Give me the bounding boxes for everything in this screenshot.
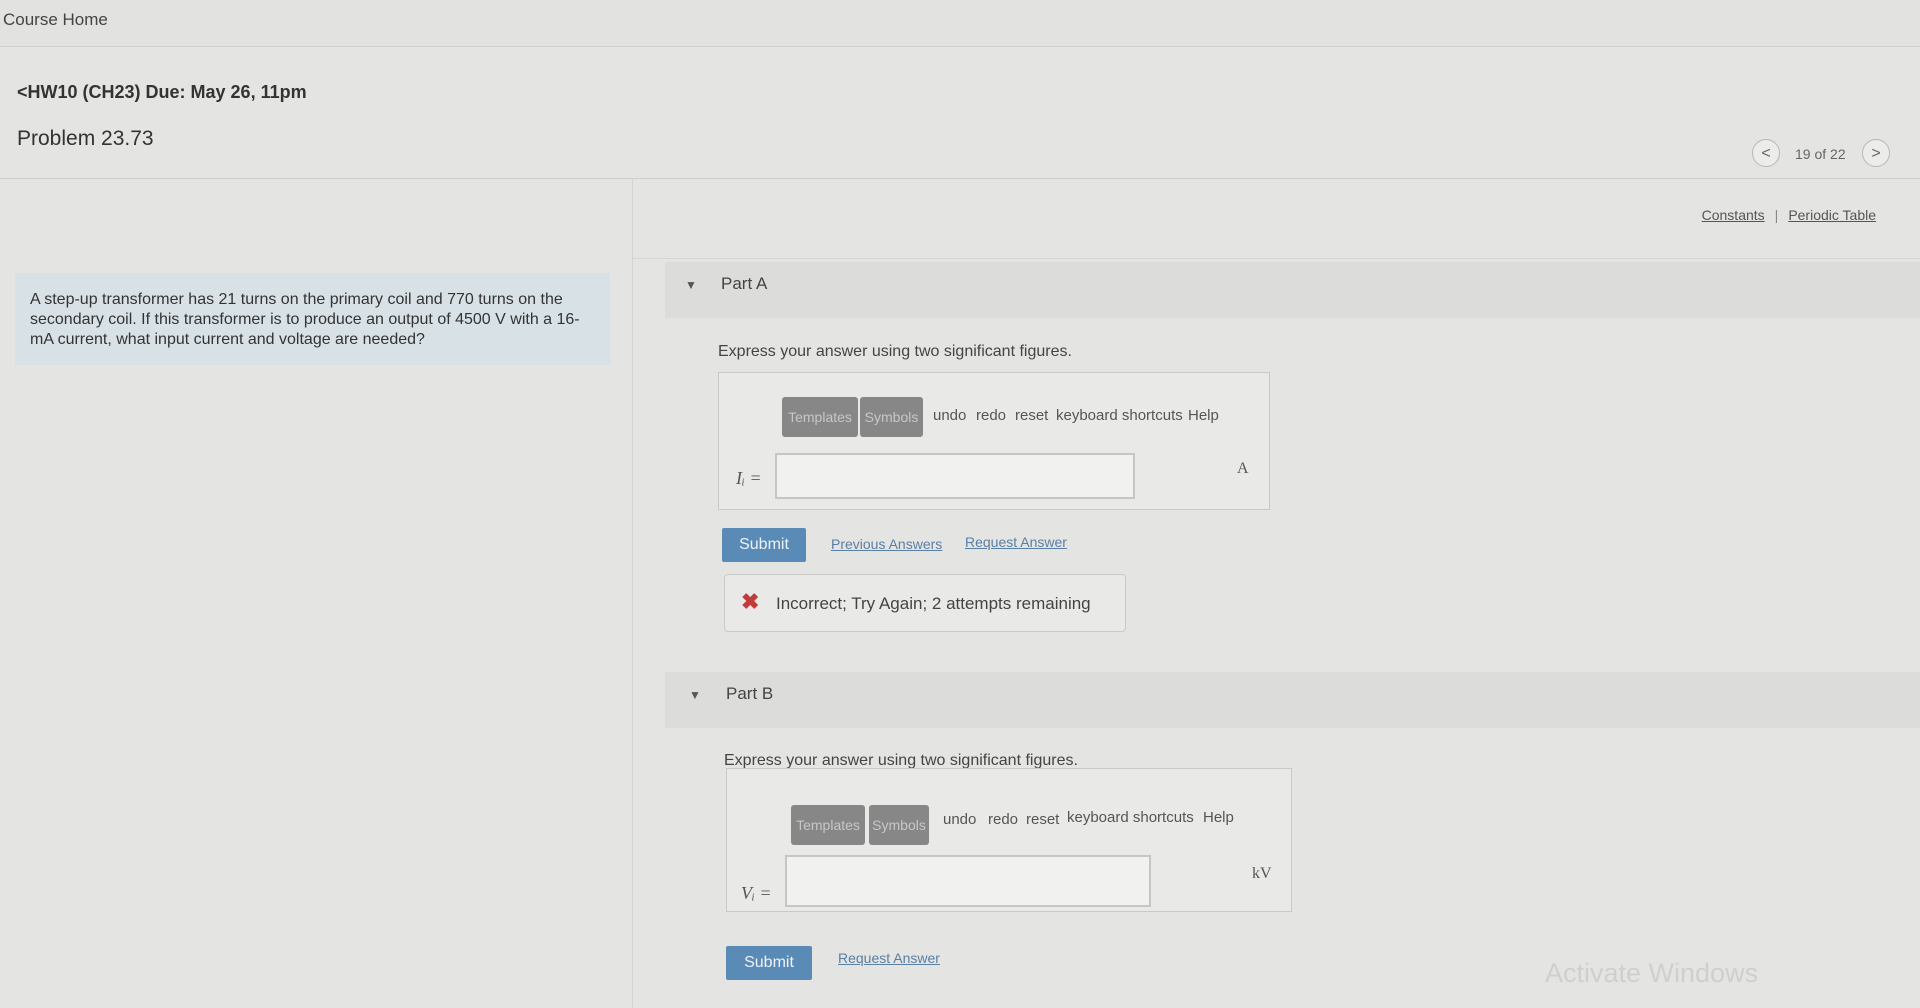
part-b-header[interactable]: ▼ Part B <box>665 672 1920 728</box>
input-voltage-label: Vᵢ = <box>741 883 772 903</box>
problem-counter: 19 of 22 <box>1795 146 1846 162</box>
symbols-button[interactable]: Symbols <box>860 397 923 437</box>
feedback-text: Incorrect; Try Again; 2 attempts remaini… <box>776 594 1091 613</box>
input-current-label: Iᵢ = <box>736 468 762 488</box>
unit-label: kV <box>1252 865 1272 882</box>
previous-problem-button[interactable]: < <box>1752 139 1780 167</box>
keyboard-shortcuts-button[interactable]: keyboard shortcuts <box>1067 809 1194 826</box>
collapse-triangle-icon: ▼ <box>685 278 697 292</box>
templates-button[interactable]: Templates <box>782 397 858 437</box>
assignment-back-link[interactable]: <HW10 (CH23) Due: May 26, 11pm <box>17 82 307 103</box>
part-b-answer-editor: Templates Symbols undo redo reset keyboa… <box>726 768 1292 912</box>
part-a-answer-editor: Templates Symbols undo redo reset keyboa… <box>718 372 1270 510</box>
redo-button[interactable]: redo <box>988 811 1018 828</box>
part-b-request-answer-link[interactable]: Request Answer <box>838 950 940 966</box>
input-voltage-field[interactable] <box>785 855 1151 907</box>
part-a-submit-button[interactable]: Submit <box>722 528 806 562</box>
constants-link[interactable]: Constants <box>1702 207 1765 223</box>
keyboard-shortcuts-button[interactable]: keyboard shortcuts <box>1056 407 1183 424</box>
activate-windows-watermark: Activate Windows <box>1545 958 1759 988</box>
periodic-table-link[interactable]: Periodic Table <box>1788 207 1876 223</box>
previous-answers-link[interactable]: Previous Answers <box>831 536 942 552</box>
part-a-header[interactable]: ▼ Part A <box>665 262 1920 318</box>
symbols-button[interactable]: Symbols <box>869 805 929 845</box>
templates-button[interactable]: Templates <box>791 805 865 845</box>
resource-links: Constants | Periodic Table <box>1702 207 1876 223</box>
help-button[interactable]: Help <box>1188 407 1219 424</box>
part-a-label: Part A <box>721 274 768 293</box>
part-b-label: Part B <box>726 684 774 703</box>
collapse-triangle-icon: ▼ <box>689 688 701 702</box>
reset-button[interactable]: reset <box>1026 811 1059 828</box>
redo-button[interactable]: redo <box>976 407 1006 424</box>
undo-button[interactable]: undo <box>943 811 976 828</box>
links-divider <box>633 258 1920 259</box>
undo-button[interactable]: undo <box>933 407 966 424</box>
part-b-submit-button[interactable]: Submit <box>726 946 812 980</box>
incorrect-x-icon: ✖ <box>741 589 760 614</box>
problem-title: Problem 23.73 <box>17 127 154 150</box>
reset-button[interactable]: reset <box>1015 407 1048 424</box>
unit-label: A <box>1237 460 1249 477</box>
part-a-request-answer-link[interactable]: Request Answer <box>965 534 1067 550</box>
top-bar: Course Home <box>0 0 1920 47</box>
help-button[interactable]: Help <box>1203 809 1234 826</box>
input-current-field[interactable] <box>775 453 1135 499</box>
header-divider <box>0 178 1920 179</box>
part-a-instruction: Express your answer using two significan… <box>718 343 1072 360</box>
course-home-link[interactable]: Course Home <box>3 10 108 30</box>
column-divider <box>632 178 633 1008</box>
link-separator: | <box>1774 207 1779 223</box>
feedback-message: ✖ Incorrect; Try Again; 2 attempts remai… <box>724 574 1126 632</box>
problem-statement: A step-up transformer has 21 turns on th… <box>15 273 610 365</box>
next-problem-button[interactable]: > <box>1862 139 1890 167</box>
